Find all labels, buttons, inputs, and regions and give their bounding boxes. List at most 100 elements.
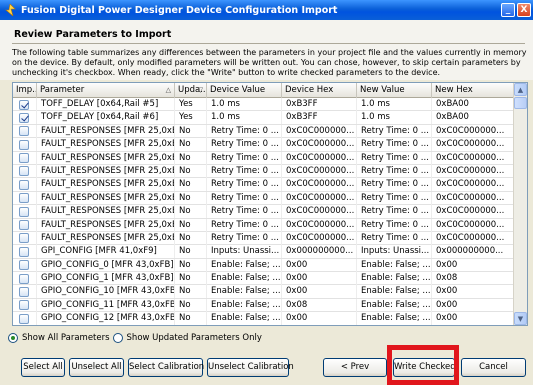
table-row[interactable]: FAULT_RESPONSES [MFR 25,0xE9,...NoRetry … — [13, 151, 515, 165]
cancel-button[interactable]: Cancel — [461, 358, 526, 377]
table-row[interactable]: FAULT_RESPONSES [MFR 25,0xE9,...NoRetry … — [13, 164, 515, 179]
row-parameter: GPIO_CONFIG_10 [MFR 43,0xFB] — [37, 285, 175, 299]
row-parameter: FAULT_RESPONSES [MFR 25,0xE9,... — [37, 218, 175, 232]
checkbox-icon[interactable] — [19, 246, 29, 257]
checkbox-icon[interactable] — [19, 179, 29, 190]
select-calibration-button[interactable]: Select Calibration — [128, 358, 204, 377]
column-header-updated[interactable]: Upda... ▽ — [175, 83, 207, 98]
show-updated-radio[interactable] — [112, 333, 123, 343]
section-title: Review Parameters to Import — [14, 29, 172, 40]
checkbox-icon[interactable] — [19, 260, 29, 271]
scroll-down-icon[interactable]: ▼ — [514, 312, 527, 325]
row-import-cell — [13, 231, 37, 245]
row-import-cell — [13, 124, 37, 138]
row-parameter: FAULT_RESPONSES [MFR 25,0xE9,... — [37, 191, 175, 205]
checkbox-icon[interactable] — [19, 193, 29, 204]
table-row[interactable]: FAULT_RESPONSES [MFR 25,0xE9,...NoRetry … — [13, 178, 515, 192]
row-import-cell — [13, 285, 37, 299]
row-import-cell — [13, 98, 37, 111]
row-device-value: Enable: False; ... — [207, 258, 282, 272]
column-header-new-value[interactable]: New Value — [357, 83, 432, 98]
checkbox-icon[interactable] — [19, 139, 29, 150]
select-all-button[interactable]: Select All — [21, 358, 65, 377]
table-row[interactable]: GPIO_CONFIG_12 [MFR 43,0xFB] No Enable: Fa… — [13, 312, 515, 325]
row-new-value: Retry Time: 0 ... — [357, 164, 432, 178]
row-device-value: Retry Time: 0 ... — [207, 191, 282, 205]
table-row[interactable]: GPIO_CONFIG_10 [MFR 43,0xFB] No Enable: Fa… — [13, 285, 515, 299]
checkbox-icon[interactable] — [19, 220, 29, 231]
row-device-value: Retry Time: 0 ... — [207, 178, 282, 192]
table-row[interactable]: TOFF_DELAY [0x64,Rail #5] Yes 1.0 ms 0xB3FF… — [13, 98, 515, 112]
table-header: Imp... Parameter △ Upda... ▽ Device Valu… — [13, 83, 515, 98]
table-row[interactable]: FAULT_RESPONSES [MFR 25,0xE9,...NoRetry … — [13, 231, 515, 246]
row-device-value: 1.0 ms — [207, 111, 282, 125]
checkbox-icon[interactable] — [19, 153, 29, 164]
column-header-device-value[interactable]: Device Value — [207, 83, 282, 98]
table-row[interactable]: FAULT_RESPONSES [MFR 25,0xE9,...NoRetry … — [13, 138, 515, 152]
prev-button[interactable]: < Prev — [323, 358, 387, 377]
row-new-hex: 0xC0C000000... — [432, 151, 515, 165]
close-icon[interactable]: X — [517, 3, 531, 17]
row-device-value: Inputs: Unassi... — [207, 245, 282, 259]
row-import-cell — [13, 298, 37, 312]
sort-descending-icon: ▽ — [197, 86, 203, 94]
row-new-hex: 0xC0C000000... — [432, 191, 515, 205]
minimize-icon[interactable]: _ — [501, 3, 515, 17]
checkbox-icon[interactable] — [19, 206, 29, 217]
table-row[interactable]: GPIO_CONFIG_1 [MFR 43,0xFB] No Enable: Fal… — [13, 272, 515, 286]
row-device-hex: 0xC0C000000... — [282, 178, 357, 192]
column-header-device-hex[interactable]: Device Hex — [282, 83, 357, 98]
checkbox-icon[interactable] — [19, 286, 29, 297]
parameters-table[interactable]: Imp... Parameter △ Upda... ▽ Device Valu… — [12, 82, 528, 326]
checkbox-icon[interactable] — [19, 233, 29, 244]
unselect-calibration-button[interactable]: Unselect Calibration — [207, 358, 294, 377]
row-new-hex: 0x000000000... — [432, 245, 515, 259]
row-device-hex: 0xB3FF — [282, 111, 357, 125]
row-parameter: FAULT_RESPONSES [MFR 25,0xE9,... — [37, 151, 175, 165]
checkbox-icon[interactable] — [19, 300, 29, 311]
row-new-value: Retry Time: 0 ... — [357, 205, 432, 219]
table-row[interactable]: GPIO_CONFIG_11 [MFR 43,0xFB] No Enable: Fa… — [13, 298, 515, 313]
vertical-scrollbar[interactable]: ▲ ▼ — [513, 83, 527, 325]
row-device-hex: 0xC0C000000... — [282, 191, 357, 205]
table-row[interactable]: GPIO_CONFIG_0 [MFR 43,0xFB] No Enable: Fal… — [13, 258, 515, 273]
show-all-radio[interactable] — [8, 333, 18, 343]
checkbox-icon[interactable] — [19, 99, 29, 110]
row-new-value: Inputs: Unassi... — [357, 245, 432, 259]
row-device-value: Retry Time: 0 ... — [207, 124, 282, 138]
table-row[interactable]: FAULT_RESPONSES [MFR 25,0xE9,...NoRetry … — [13, 205, 515, 219]
checkbox-icon[interactable] — [19, 126, 29, 137]
show-all-label[interactable]: Show All Parameters — [22, 333, 110, 343]
row-import-cell — [13, 111, 37, 125]
table-row[interactable]: TOFF_DELAY [0x64,Rail #6] Yes 1.0 ms 0xB3FF… — [13, 111, 515, 125]
column-header-parameter[interactable]: Parameter △ — [37, 83, 175, 98]
table-row[interactable]: FAULT_RESPONSES [MFR 25,0xE9,...NoRetry … — [13, 191, 515, 206]
scroll-thumb[interactable] — [514, 97, 527, 109]
show-updated-label[interactable]: Show Updated Parameters Only — [127, 333, 262, 343]
column-header-new-hex[interactable]: New Hex — [432, 83, 515, 98]
fusion-app-icon — [5, 4, 16, 16]
row-device-hex: 0xC0C000000... — [282, 231, 357, 245]
row-updated: No — [175, 312, 207, 325]
row-updated: No — [175, 205, 207, 219]
checkbox-icon[interactable] — [19, 273, 29, 284]
column-header-import[interactable]: Imp... — [13, 83, 37, 98]
checkbox-icon[interactable] — [19, 313, 29, 324]
scroll-up-icon[interactable]: ▲ — [514, 83, 527, 96]
row-updated: Yes — [175, 111, 207, 125]
row-import-cell — [13, 272, 37, 286]
table-row[interactable]: GPI_CONFIG [MFR 41,0xF9] No Inputs: Unassi… — [13, 245, 515, 259]
unselect-all-button[interactable]: Unselect All — [69, 358, 124, 377]
table-row[interactable]: FAULT_RESPONSES [MFR 25,0xE9,...NoRetry … — [13, 124, 515, 139]
checkbox-icon[interactable] — [19, 112, 29, 123]
row-device-value: Enable: False; ... — [207, 285, 282, 299]
row-device-value: Enable: False; ... — [207, 298, 282, 312]
row-new-hex: 0xC0C000000... — [432, 218, 515, 232]
row-import-cell — [13, 164, 37, 178]
window-titlebar[interactable]: Fusion Digital Power Designer Device Con… — [0, 0, 533, 20]
table-row[interactable]: FAULT_RESPONSES [MFR 25,0xE9,...NoRetry … — [13, 218, 515, 232]
row-device-value: 1.0 ms — [207, 98, 282, 111]
row-parameter: GPI_CONFIG [MFR 41,0xF9] — [37, 245, 175, 259]
checkbox-icon[interactable] — [19, 166, 29, 177]
row-parameter: GPIO_CONFIG_12 [MFR 43,0xFB] — [37, 312, 175, 325]
